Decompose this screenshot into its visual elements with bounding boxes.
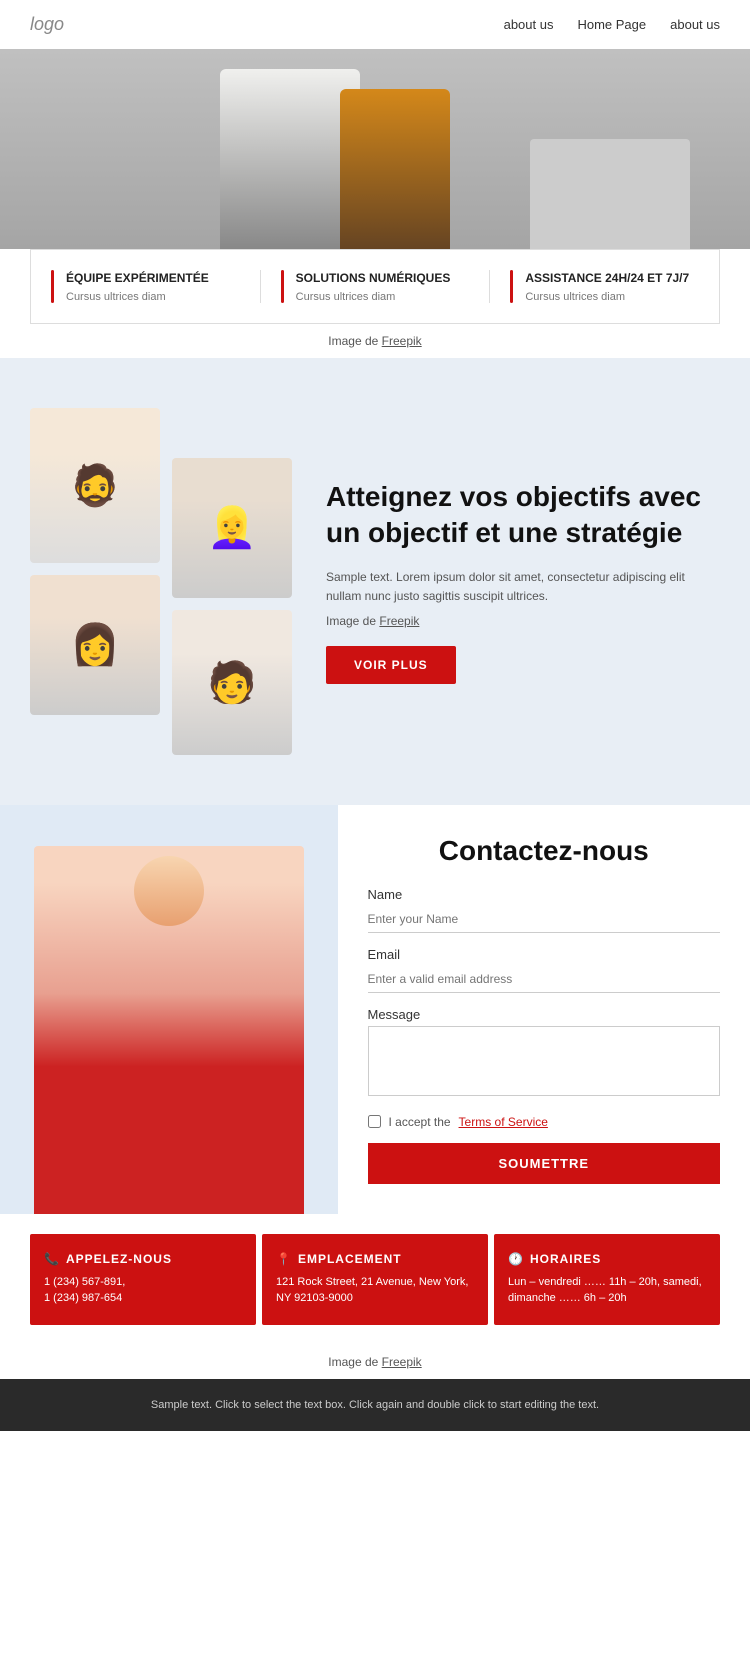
info-card-hours: 🕐 HORAIRES Lun – vendredi …… 11h – 20h, … bbox=[494, 1234, 720, 1325]
email-input[interactable] bbox=[368, 966, 721, 993]
hero-image bbox=[0, 49, 750, 249]
freepik-attribution-1: Image de Freepik bbox=[0, 324, 750, 358]
info-card-hours-title: 🕐 HORAIRES bbox=[508, 1252, 706, 1266]
feature-desc-3: Cursus ultrices diam bbox=[525, 291, 689, 303]
hero-silhouettes bbox=[0, 69, 750, 249]
info-card-location: 📍 EMPLACEMENT 121 Rock Street, 21 Avenue… bbox=[262, 1234, 488, 1325]
info-cards: 📞 APPELEZ-NOUS 1 (234) 567-891, 1 (234) … bbox=[0, 1214, 750, 1345]
team-content: Atteignez vos objectifs avec un objectif… bbox=[316, 479, 720, 684]
hero-laptop bbox=[530, 139, 690, 249]
info-card-phone-body: 1 (234) 567-891, 1 (234) 987-654 bbox=[44, 1274, 242, 1307]
clock-icon: 🕐 bbox=[508, 1252, 524, 1266]
logo: logo bbox=[30, 14, 64, 35]
info-card-location-title: 📍 EMPLACEMENT bbox=[276, 1252, 474, 1266]
terms-row: I accept the Terms of Service bbox=[368, 1115, 721, 1129]
footer-text: Sample text. Click to select the text bo… bbox=[151, 1399, 599, 1411]
info-card-phone-title: 📞 APPELEZ-NOUS bbox=[44, 1252, 242, 1266]
feat-divider-1 bbox=[51, 270, 54, 303]
submit-button[interactable]: SOUMETTRE bbox=[368, 1143, 721, 1184]
team-body: Sample text. Lorem ipsum dolor sit amet,… bbox=[326, 568, 720, 606]
team-photos: 🧔 👩 👱‍♀️ 🧑 bbox=[30, 408, 292, 755]
team-freepik: Image de Freepik bbox=[326, 614, 720, 628]
email-label: Email bbox=[368, 947, 721, 962]
contact-person bbox=[34, 846, 304, 1214]
nav-link-about2[interactable]: about us bbox=[670, 17, 720, 32]
freepik-link-1[interactable]: Freepik bbox=[382, 334, 422, 348]
feature-item-1: ÉQUIPE EXPÉRIMENTÉE Cursus ultrices diam bbox=[31, 270, 260, 303]
terms-text: I accept the bbox=[389, 1115, 451, 1129]
terms-checkbox[interactable] bbox=[368, 1115, 381, 1128]
name-field-group: Name bbox=[368, 887, 721, 933]
message-field-group: Message bbox=[368, 1007, 721, 1101]
feature-item-2: SOLUTIONS NUMÉRIQUES Cursus ultrices dia… bbox=[261, 270, 490, 303]
email-field-group: Email bbox=[368, 947, 721, 993]
contact-section: Contactez-nous Name Email Message I acce… bbox=[0, 805, 750, 1214]
team-col-right: 👱‍♀️ 🧑 bbox=[172, 458, 292, 755]
feature-item-3: ASSISTANCE 24H/24 ET 7J/7 Cursus ultrice… bbox=[490, 270, 719, 303]
team-photo-1: 🧔 bbox=[30, 408, 160, 563]
nav-link-home[interactable]: Home Page bbox=[577, 17, 646, 32]
team-photo-4: 🧑 bbox=[172, 610, 292, 755]
feature-desc-2: Cursus ultrices diam bbox=[296, 291, 451, 303]
feature-title-1: ÉQUIPE EXPÉRIMENTÉE bbox=[66, 270, 209, 287]
team-freepik-link[interactable]: Freepik bbox=[379, 614, 419, 628]
freepik-link-2[interactable]: Freepik bbox=[382, 1355, 422, 1369]
team-photo-3: 👱‍♀️ bbox=[172, 458, 292, 598]
contact-heading: Contactez-nous bbox=[368, 835, 721, 867]
message-textarea[interactable] bbox=[368, 1026, 721, 1096]
info-card-location-body: 121 Rock Street, 21 Avenue, New York, NY… bbox=[276, 1274, 474, 1307]
team-col-left: 🧔 👩 bbox=[30, 408, 160, 755]
message-label: Message bbox=[368, 1007, 721, 1022]
team-section: 🧔 👩 👱‍♀️ 🧑 Atteignez vos objectifs avec … bbox=[0, 358, 750, 805]
contact-face bbox=[134, 856, 204, 926]
feat-divider-2 bbox=[281, 270, 284, 303]
feat-divider-3 bbox=[510, 270, 513, 303]
team-heading: Atteignez vos objectifs avec un objectif… bbox=[326, 479, 720, 552]
terms-link[interactable]: Terms of Service bbox=[459, 1115, 548, 1129]
feature-title-2: SOLUTIONS NUMÉRIQUES bbox=[296, 270, 451, 287]
feature-desc-1: Cursus ultrices diam bbox=[66, 291, 209, 303]
location-icon: 📍 bbox=[276, 1252, 292, 1266]
hero-person1 bbox=[220, 69, 360, 249]
team-photo-2: 👩 bbox=[30, 575, 160, 715]
contact-form-area: Contactez-nous Name Email Message I acce… bbox=[338, 805, 750, 1214]
features-bar: ÉQUIPE EXPÉRIMENTÉE Cursus ultrices diam… bbox=[30, 249, 720, 324]
nav-links: about us Home Page about us bbox=[504, 17, 720, 32]
name-input[interactable] bbox=[368, 906, 721, 933]
voir-plus-button[interactable]: VOIR PLUS bbox=[326, 646, 456, 684]
hero-person2 bbox=[340, 89, 450, 249]
info-card-hours-body: Lun – vendredi …… 11h – 20h, samedi, dim… bbox=[508, 1274, 706, 1307]
nav-link-about[interactable]: about us bbox=[504, 17, 554, 32]
phone-icon: 📞 bbox=[44, 1252, 60, 1266]
contact-image bbox=[0, 805, 338, 1214]
name-label: Name bbox=[368, 887, 721, 902]
feature-title-3: ASSISTANCE 24H/24 ET 7J/7 bbox=[525, 270, 689, 287]
info-card-phone: 📞 APPELEZ-NOUS 1 (234) 567-891, 1 (234) … bbox=[30, 1234, 256, 1325]
freepik-attribution-2: Image de Freepik bbox=[0, 1345, 750, 1379]
bottom-bar: Sample text. Click to select the text bo… bbox=[0, 1379, 750, 1432]
navigation: logo about us Home Page about us bbox=[0, 0, 750, 49]
